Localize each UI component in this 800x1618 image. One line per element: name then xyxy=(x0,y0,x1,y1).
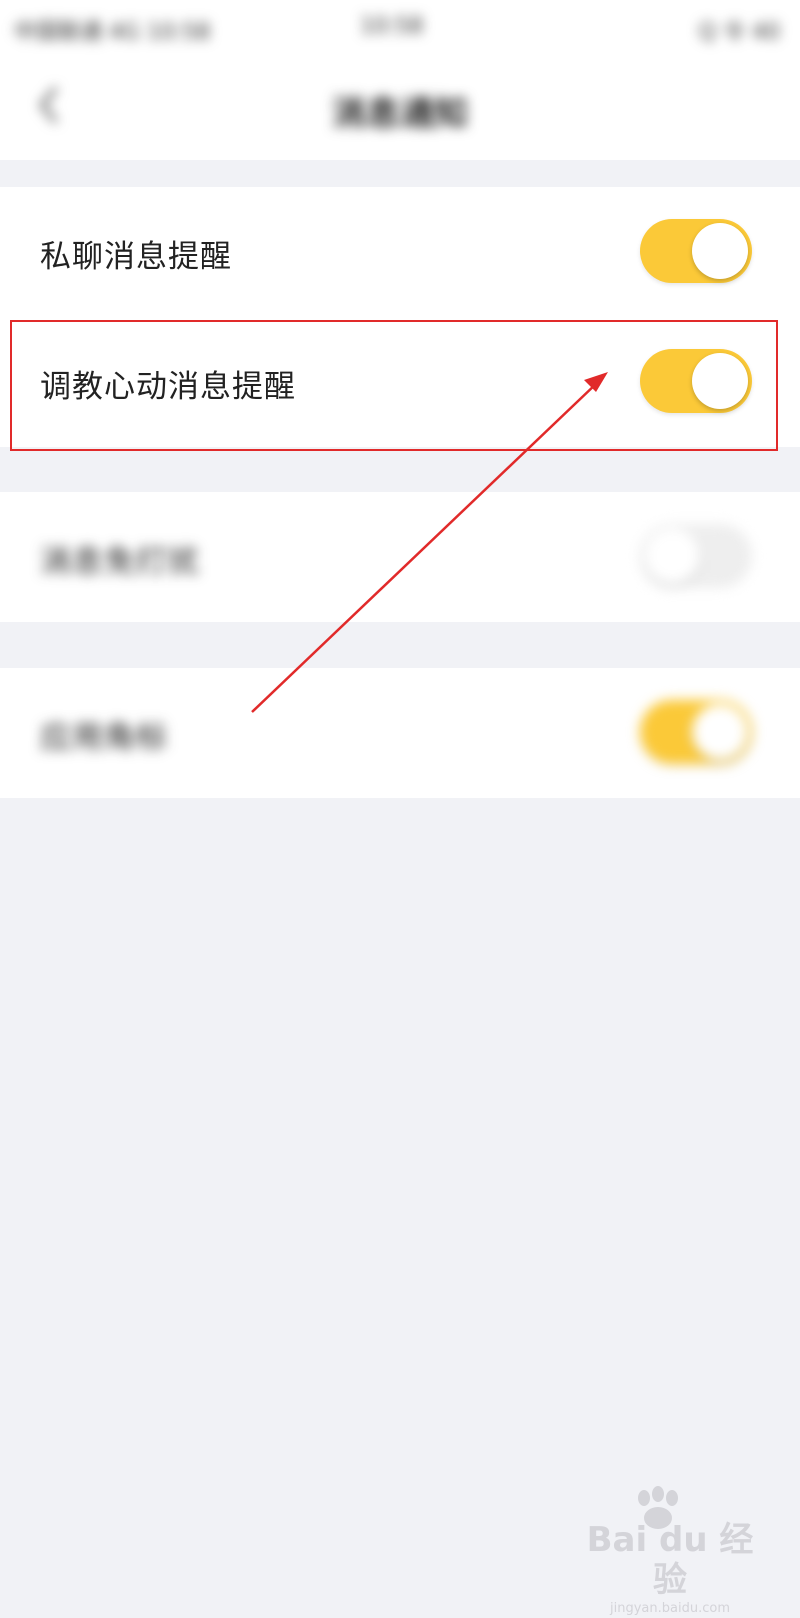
dnd-toggle[interactable] xyxy=(640,524,752,588)
paw-logo-icon xyxy=(638,1486,678,1529)
settings-section-badge: 应用角标 xyxy=(0,668,800,798)
watermark-brand: Bai du 经验 xyxy=(586,1520,754,1600)
toggle-knob xyxy=(692,704,748,760)
carrier-text: 中国联通 4G 10:58 xyxy=(14,20,211,45)
status-bar: 中国联通 4G 10:58 10:58 Q 令 40 xyxy=(0,0,800,56)
nav-bar: 消息通知 xyxy=(0,56,800,160)
settings-row-badge[interactable]: 应用角标 xyxy=(0,668,800,798)
toggle-knob xyxy=(692,223,748,279)
setting-label: 私聊消息提醒 xyxy=(40,239,232,275)
watermark-domain: jingyan.baidu.com xyxy=(610,1601,730,1616)
settings-section-notifications: 私聊消息提醒 调教心动消息提醒 xyxy=(0,187,800,447)
setting-label: 消息免打扰 xyxy=(40,544,200,580)
clock-text: 10:58 xyxy=(360,14,424,39)
settings-section-dnd: 消息免打扰 xyxy=(0,492,800,622)
toggle-knob xyxy=(692,353,748,409)
baidu-jingyan-watermark: Bai du 经验 jingyan.baidu.com xyxy=(580,1486,760,1616)
setting-label: 调教心动消息提醒 xyxy=(40,369,296,405)
page-title: 消息通知 xyxy=(332,94,468,134)
badge-toggle[interactable] xyxy=(640,700,752,764)
toggle-knob xyxy=(644,528,700,584)
setting-label: 应用角标 xyxy=(40,720,168,756)
settings-row-dnd[interactable]: 消息免打扰 xyxy=(0,492,800,622)
private-chat-toggle[interactable] xyxy=(640,219,752,283)
settings-row-private-chat[interactable]: 私聊消息提醒 xyxy=(0,187,800,317)
heartbeat-toggle[interactable] xyxy=(640,349,752,413)
settings-row-heartbeat[interactable]: 调教心动消息提醒 xyxy=(0,317,800,447)
battery-indicator: Q 令 40 xyxy=(698,20,780,45)
